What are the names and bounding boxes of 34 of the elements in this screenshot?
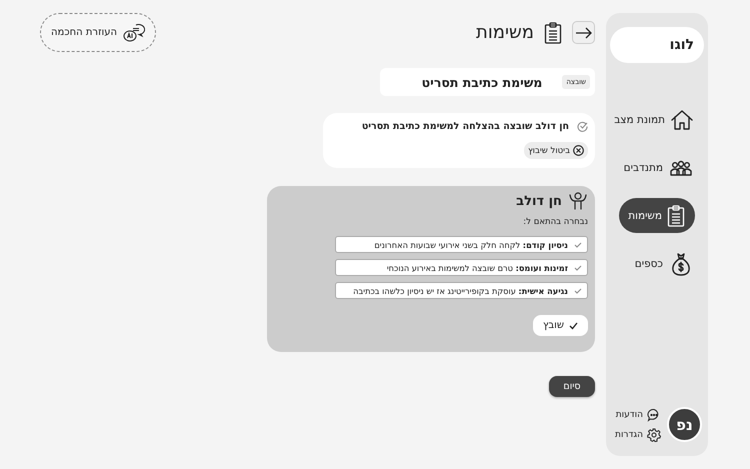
- reason-text: זמינות ועומס: טרם שובצה למשימות באירוע הנוכחי: [386, 262, 568, 272]
- cancel-assignment-button[interactable]: ביטול שיבוץ: [524, 142, 588, 159]
- logo[interactable]: לוגו: [610, 27, 704, 63]
- reasons-heading: נבחרה בהתאם ל:: [523, 217, 588, 227]
- chat-bubbles-icon: [123, 24, 146, 42]
- back-button[interactable]: [572, 21, 595, 44]
- reason-text: ניסיון קודם: לקחה חלק בשני אירועי שבועות האחרונים: [374, 240, 568, 250]
- arrow-icon: [575, 26, 592, 38]
- sidebar-link[interactable]: הודעות: [615, 408, 661, 422]
- person-icon: [568, 192, 588, 210]
- check-icon: [569, 322, 578, 330]
- confirmation-message: חן דולב שובצה בהצלחה למשימת כתיבת תסריט: [362, 121, 569, 132]
- sidebar-link[interactable]: הגדרות: [615, 428, 661, 442]
- clipboard-icon: [544, 22, 562, 44]
- assistant-button[interactable]: העוזרת החכמה: [40, 13, 156, 52]
- reason-text: נגיעה אישית: עוסקת בקופירייטינג אז יש ניסיון כלשהו בכתיבה: [353, 286, 568, 296]
- clipboard-icon: [667, 204, 685, 226]
- task-title: משימת כתיבת תסריט: [422, 74, 542, 90]
- user-avatar[interactable]: נפ: [667, 407, 702, 442]
- money-bag-icon: [671, 252, 691, 276]
- nav-item[interactable]: תמונת מצב: [614, 102, 700, 137]
- volunteer-name: חן דולב: [516, 194, 562, 208]
- finish-button[interactable]: סיום: [549, 376, 595, 397]
- close-icon: [573, 145, 584, 156]
- people-icon: [670, 160, 692, 176]
- chat-icon: [647, 408, 661, 422]
- nav-item[interactable]: מתנדבים: [614, 150, 700, 185]
- assign-button[interactable]: שובץ: [533, 315, 588, 336]
- page-title: משימות: [476, 22, 534, 43]
- nav-item[interactable]: משימות: [619, 198, 695, 233]
- nav-item[interactable]: כספים: [614, 246, 700, 281]
- check-icon: [577, 121, 588, 132]
- home-icon: [670, 108, 694, 130]
- settings-icon: [647, 428, 661, 442]
